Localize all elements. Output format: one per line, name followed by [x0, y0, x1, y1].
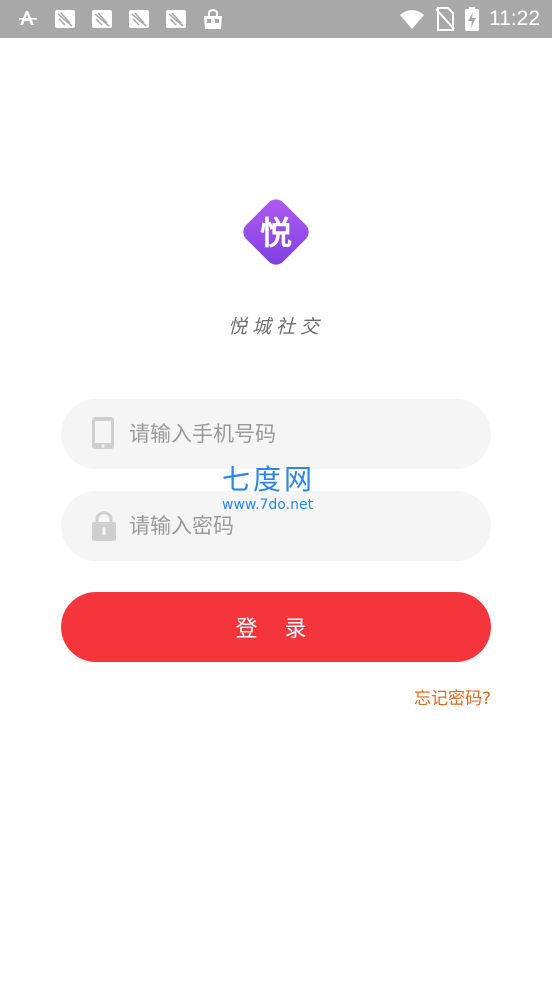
notification-icons	[16, 7, 238, 31]
notification-app-icon	[166, 10, 186, 28]
battery-charging-icon	[465, 7, 479, 31]
app-name: 悦城社交	[227, 316, 324, 338]
notification-app-icon	[55, 10, 75, 28]
clock: 11:22	[489, 7, 540, 30]
login-button[interactable]: 登 录	[61, 592, 491, 662]
logo-character: 悦	[260, 214, 292, 252]
forgot-password-link[interactable]: 忘记密码?	[414, 684, 491, 709]
wifi-icon	[400, 10, 424, 29]
system-status: 11:22	[389, 6, 540, 32]
watermark-name: 七度网	[222, 463, 316, 496]
no-sim-icon	[435, 7, 455, 31]
font-icon	[19, 11, 37, 25]
watermark: 七度网 www.7do.net	[222, 464, 332, 514]
notification-app-icon	[129, 10, 149, 28]
watermark-url: www.7do.net	[222, 497, 314, 513]
app-logo: 悦	[243, 199, 309, 265]
phone-input[interactable]	[129, 399, 469, 469]
lock-icon	[92, 511, 116, 541]
shopping-bag-icon	[204, 9, 222, 29]
notification-app-icon	[92, 10, 112, 28]
phone-field[interactable]	[61, 399, 491, 469]
phone-icon	[92, 417, 114, 449]
status-bar: 11:22	[0, 0, 552, 38]
